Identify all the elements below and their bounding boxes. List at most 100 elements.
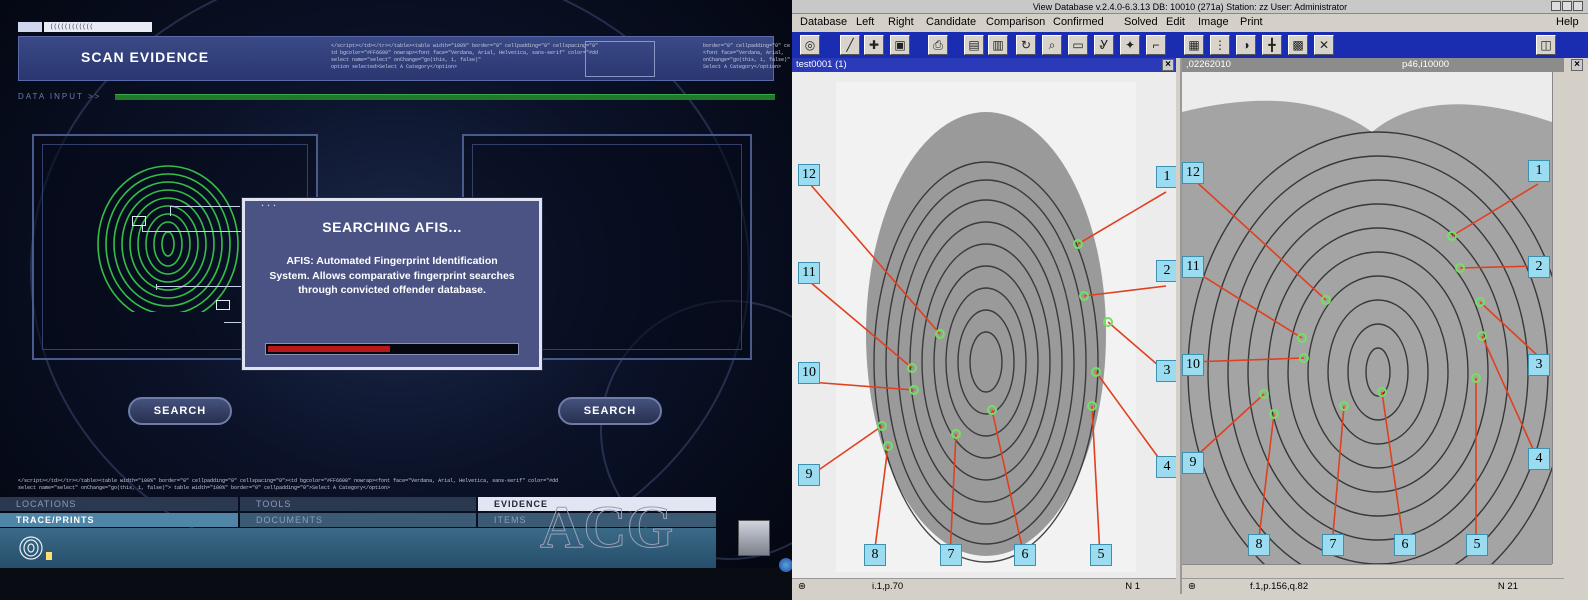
candidate-marker-6[interactable]: 6 [1394, 534, 1416, 556]
candidate-marker-7[interactable]: 7 [1322, 534, 1344, 556]
fingerprint-item-icon[interactable] [18, 534, 44, 560]
latent-fingerprint-image [809, 82, 1167, 572]
enhance-icon[interactable]: ⋮ [1210, 35, 1230, 55]
marker-5[interactable]: 5 [1090, 544, 1112, 566]
minimize-icon[interactable] [1550, 1, 1561, 11]
candidate-pane-title-bar: ,02262010 p46,i10000 [1182, 58, 1564, 72]
header-cube-graphic [585, 41, 655, 77]
search-button-left[interactable]: SEARCH [128, 397, 232, 425]
nav-tools[interactable]: TOOLS [240, 497, 476, 511]
contrast-icon[interactable]: ◑ [1236, 35, 1256, 55]
window-tab: (((((((((((( [44, 22, 152, 32]
menu-edit[interactable]: Edit [1166, 16, 1185, 28]
data-input-label: DATA INPUT >> [18, 92, 102, 101]
latent-pane: test0001 (1) × 1 2 3 4 5 6 7 8 9 10 11 1… [792, 58, 1176, 594]
candidate-status-right: N 21 [1497, 581, 1518, 592]
core-tool-icon[interactable]: ⌐ [1146, 35, 1166, 55]
compare-icon[interactable]: ▤ [964, 35, 984, 55]
nav-locations[interactable]: LOCATIONS [0, 497, 238, 511]
searching-afis-dialog: ▪ ▪ ▪ SEARCHING AFIS... AFIS: Automated … [242, 198, 542, 370]
candidate-marker-3[interactable]: 3 [1528, 354, 1550, 376]
candidate-pane-title: ,02262010 [1186, 59, 1231, 70]
fingerprint-image [97, 165, 239, 312]
candidate-status-bar: ⊛ f.1,p.156,q.82 N 21 [1182, 578, 1564, 594]
candidate-status-left: f.1,p.156,q.82 [1250, 581, 1309, 592]
search-progress-fill [268, 346, 390, 352]
draw-line-icon[interactable]: ╱ [840, 35, 860, 55]
search-tool-icon[interactable]: ◎ [800, 35, 820, 55]
image-icon[interactable]: ▩ [1288, 35, 1308, 55]
latent-status-bar: ⊛ i.1,p.70 N 1 [792, 578, 1176, 594]
latent-pane-title-bar: test0001 (1) × [792, 58, 1176, 72]
crosshair-icon[interactable]: ╋ [1262, 35, 1282, 55]
menu-print[interactable]: Print [1240, 16, 1263, 28]
window-titlebar: View Database v.2.4.0-6.3.13 DB: 10010 (… [792, 0, 1588, 14]
horizontal-scrollbar[interactable] [1182, 564, 1552, 578]
pane-close-right[interactable]: × [1568, 58, 1588, 72]
candidate-fingerprint-image [1182, 100, 1552, 564]
menu-candidate[interactable]: Candidate [926, 16, 976, 28]
marker-10[interactable]: 10 [798, 362, 820, 384]
candidate-marker-1[interactable]: 1 [1528, 160, 1550, 182]
latent-pane-title: test0001 (1) [796, 59, 847, 70]
data-input-bar [115, 94, 775, 100]
latent-status-left: i.1,p.70 [872, 581, 904, 592]
candidate-marker-2[interactable]: 2 [1528, 256, 1550, 278]
candidate-marker-10[interactable]: 10 [1182, 354, 1204, 376]
copy-icon[interactable]: ▥ [988, 35, 1008, 55]
marker-12[interactable]: 12 [798, 164, 820, 186]
menu-help[interactable]: Help [1556, 16, 1579, 28]
filter-icon[interactable]: ▦ [1184, 35, 1204, 55]
evidence-bag-icon[interactable] [738, 520, 770, 556]
footer-code-text: </script></td></tr></table><table width=… [18, 478, 559, 491]
zoom-icon[interactable]: ⌕ [1042, 35, 1062, 55]
dialog-title: SEARCHING AFIS... [322, 219, 462, 235]
candidate-marker-12[interactable]: 12 [1182, 162, 1204, 184]
erase-icon[interactable]: ✕ [1314, 35, 1334, 55]
window-icon[interactable]: ▭ [1068, 35, 1088, 55]
marker-1[interactable]: 1 [1156, 166, 1176, 188]
close-icon[interactable] [1572, 1, 1583, 11]
dialog-tag: ▪ ▪ ▪ [261, 203, 277, 209]
marker-7[interactable]: 7 [940, 544, 962, 566]
printer-icon[interactable]: ⎙ [928, 35, 948, 55]
menu-comparison[interactable]: Comparison [986, 16, 1045, 28]
marker-6[interactable]: 6 [1014, 544, 1036, 566]
marker-4[interactable]: 4 [1156, 456, 1176, 478]
marker-9[interactable]: 9 [798, 464, 820, 486]
close-pane-icon[interactable]: × [1162, 59, 1174, 71]
candidate-marker-9[interactable]: 9 [1182, 452, 1204, 474]
mark-tool-icon[interactable]: ✚ [864, 35, 884, 55]
lock-icon [46, 552, 52, 560]
menu-solved[interactable]: Solved [1124, 16, 1158, 28]
delta-tool-icon[interactable]: ✦ [1120, 35, 1140, 55]
page-title: SCAN EVIDENCE [81, 49, 210, 65]
minutia-tool-icon[interactable]: Ꮍ [1094, 35, 1114, 55]
marker-11[interactable]: 11 [798, 262, 820, 284]
nav-trace-prints[interactable]: TRACE/PRINTS [0, 513, 238, 527]
window-indicator [18, 22, 42, 32]
candidate-marker-11[interactable]: 11 [1182, 256, 1204, 278]
marker-2[interactable]: 2 [1156, 260, 1176, 282]
camera-icon[interactable]: ▣ [890, 35, 910, 55]
candidate-marker-8[interactable]: 8 [1248, 534, 1270, 556]
menu-database[interactable]: Database [800, 16, 847, 28]
menu-confirmed[interactable]: Confirmed [1053, 16, 1104, 28]
candidate-marker-4[interactable]: 4 [1528, 448, 1550, 470]
marker-3[interactable]: 3 [1156, 360, 1176, 382]
candidate-print-view[interactable]: 1 2 3 4 5 6 7 8 9 10 11 12 [1182, 72, 1552, 564]
menu-left[interactable]: Left [856, 16, 874, 28]
nav-documents[interactable]: DOCUMENTS [240, 513, 476, 527]
rotate-icon[interactable]: ↻ [1016, 35, 1036, 55]
vertical-scrollbar[interactable] [1552, 72, 1566, 564]
latent-status-right: N 1 [1125, 581, 1140, 592]
maximize-icon[interactable] [1561, 1, 1572, 11]
latent-print-view[interactable]: 1 2 3 4 5 6 7 8 9 10 11 12 [792, 72, 1176, 578]
marker-8[interactable]: 8 [864, 544, 886, 566]
candidate-marker-5[interactable]: 5 [1466, 534, 1488, 556]
search-button-right[interactable]: SEARCH [558, 397, 662, 425]
layout-icon[interactable]: ◫ [1536, 35, 1556, 55]
menu-image[interactable]: Image [1198, 16, 1229, 28]
menu-right[interactable]: Right [888, 16, 914, 28]
window-title: View Database v.2.4.0-6.3.13 DB: 10010 (… [1032, 2, 1348, 12]
